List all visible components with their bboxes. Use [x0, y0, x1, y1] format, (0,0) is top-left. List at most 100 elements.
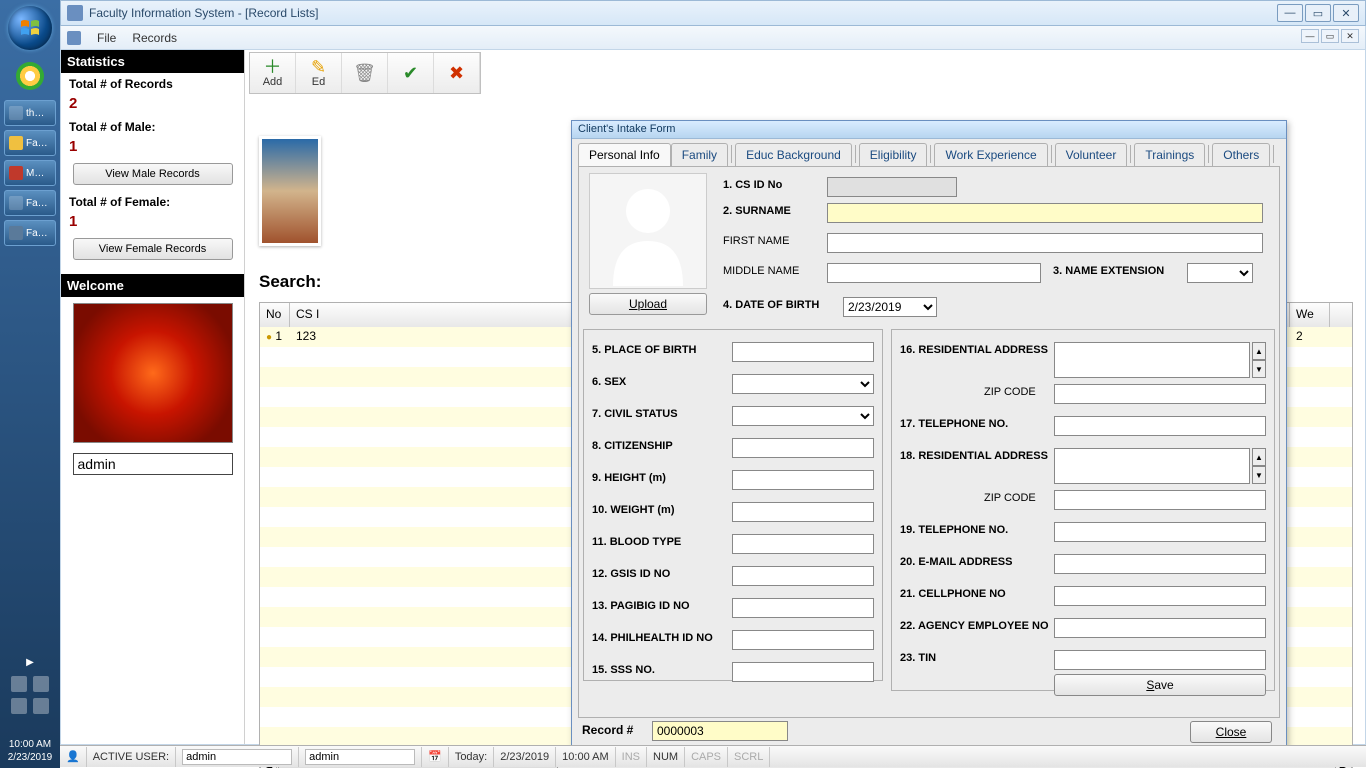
surname-input[interactable]	[827, 203, 1263, 223]
active-user-2[interactable]	[305, 749, 415, 765]
label-sss: 15. SSS NO.	[592, 664, 655, 676]
close-button[interactable]: Close	[1190, 721, 1272, 743]
label-weight: 10. WEIGHT (m)	[592, 504, 675, 516]
agency-input[interactable]	[1054, 618, 1266, 638]
search-label: Search:	[259, 272, 321, 292]
tray-expand-icon[interactable]: ▶	[26, 657, 34, 668]
menu-records[interactable]: Records	[132, 31, 177, 45]
today-date: 2/23/2019	[494, 747, 556, 767]
view-female-button[interactable]: View Female Records	[73, 238, 233, 260]
tab-personal-info[interactable]: Personal Info	[578, 143, 671, 166]
cell-input[interactable]	[1054, 586, 1266, 606]
accept-button[interactable]: ✔	[388, 53, 434, 93]
label-res1: 16. RESIDENTIAL ADDRESS	[900, 344, 1048, 356]
add-button[interactable]: ＋Add	[250, 53, 296, 93]
task-item-3[interactable]: M…	[4, 160, 56, 186]
sex-select[interactable]	[732, 374, 874, 394]
dob-select[interactable]: 2/23/2019	[843, 297, 937, 317]
task-chrome[interactable]	[10, 56, 50, 96]
middlename-input[interactable]	[827, 263, 1041, 283]
label-tin: 23. TIN	[900, 652, 936, 664]
pencil-icon: ✎	[311, 58, 326, 76]
email-input[interactable]	[1054, 554, 1266, 574]
label-firstname: FIRST NAME	[723, 235, 789, 247]
tin-input[interactable]	[1054, 650, 1266, 670]
ins-indicator: INS	[616, 747, 647, 767]
maximize-button[interactable]: ▭	[1305, 4, 1331, 22]
menu-file[interactable]: File	[97, 31, 116, 45]
res2-down-icon[interactable]: ▼	[1252, 466, 1266, 484]
task-label: Fa…	[26, 138, 48, 149]
total-records-value: 2	[69, 95, 236, 112]
volume-icon[interactable]	[33, 676, 49, 692]
menubar: File Records — ▭ ✕	[60, 26, 1366, 50]
label-dob: 4. DATE OF BIRTH	[723, 299, 819, 311]
pob-input[interactable]	[732, 342, 874, 362]
civil-select[interactable]	[732, 406, 874, 426]
pagibig-input[interactable]	[732, 598, 874, 618]
total-male-label: Total # of Male:	[69, 120, 236, 134]
philhealth-input[interactable]	[732, 630, 874, 650]
gsis-input[interactable]	[732, 566, 874, 586]
tab-family[interactable]: Family	[671, 143, 728, 166]
network-icon[interactable]	[33, 698, 49, 714]
col-weight[interactable]: We	[1290, 303, 1330, 327]
active-user-1[interactable]	[182, 749, 292, 765]
plus-icon: ＋	[264, 58, 282, 76]
col-no[interactable]: No	[260, 303, 290, 327]
citizen-input[interactable]	[732, 438, 874, 458]
view-male-button[interactable]: View Male Records	[73, 163, 233, 185]
windows-logo-icon	[18, 16, 42, 40]
height-input[interactable]	[732, 470, 874, 490]
tel2-input[interactable]	[1054, 522, 1266, 542]
task-item-5[interactable]: Fa…	[4, 220, 56, 246]
tab-eligibility[interactable]: Eligibility	[859, 143, 928, 166]
record-input[interactable]	[652, 721, 788, 741]
calendar-icon: 📅	[428, 750, 442, 763]
start-button[interactable]	[8, 6, 52, 50]
tab-trainings[interactable]: Trainings	[1134, 143, 1205, 166]
nameext-select[interactable]	[1187, 263, 1253, 283]
tab-educ[interactable]: Educ Background	[735, 143, 852, 166]
sss-input[interactable]	[732, 662, 874, 682]
label-citizen: 8. CITIZENSHIP	[592, 440, 673, 452]
modal-tabs: Personal Info Family Educ Background Eli…	[572, 139, 1286, 166]
tel1-input[interactable]	[1054, 416, 1266, 436]
minimize-button[interactable]: —	[1277, 4, 1303, 22]
tab-work[interactable]: Work Experience	[934, 143, 1047, 166]
res1-up-icon[interactable]: ▲	[1252, 342, 1266, 360]
app-window: Faculty Information System - [Record Lis…	[60, 0, 1366, 745]
edit-button[interactable]: ✎Ed	[296, 53, 342, 93]
weight-input[interactable]	[732, 502, 874, 522]
task-item-1[interactable]: th…	[4, 100, 56, 126]
res1-down-icon[interactable]: ▼	[1252, 360, 1266, 378]
mdi-close[interactable]: ✕	[1341, 29, 1359, 43]
mdi-restore[interactable]: ▭	[1321, 29, 1339, 43]
welcome-header: Welcome	[61, 274, 244, 297]
zip2-input[interactable]	[1054, 490, 1266, 510]
upload-button[interactable]: Upload	[589, 293, 707, 315]
res2-up-icon[interactable]: ▲	[1252, 448, 1266, 466]
tab-volunteer[interactable]: Volunteer	[1055, 143, 1128, 166]
res1-textarea[interactable]	[1054, 342, 1250, 378]
save-button[interactable]: Save	[1054, 674, 1266, 696]
mdi-minimize[interactable]: —	[1301, 29, 1319, 43]
zip1-input[interactable]	[1054, 384, 1266, 404]
taskbar-clock[interactable]: 10:00 AM 2/23/2019	[0, 738, 60, 764]
blood-input[interactable]	[732, 534, 874, 554]
firstname-input[interactable]	[827, 233, 1263, 253]
photo-placeholder	[589, 173, 707, 289]
task-item-4[interactable]: Fa…	[4, 190, 56, 216]
cancel-button[interactable]: ✖	[434, 53, 480, 93]
csid-input[interactable]	[827, 177, 957, 197]
tray-icon[interactable]	[11, 676, 27, 692]
close-button[interactable]: ✕	[1333, 4, 1359, 22]
total-records-label: Total # of Records	[69, 77, 236, 91]
label-sex: 6. SEX	[592, 376, 626, 388]
trash-icon: 🗑	[353, 64, 376, 82]
task-item-2[interactable]: Fa…	[4, 130, 56, 156]
delete-button[interactable]: 🗑	[342, 53, 388, 93]
tab-others[interactable]: Others	[1212, 143, 1270, 166]
res2-textarea[interactable]	[1054, 448, 1250, 484]
action-center-icon[interactable]	[11, 698, 27, 714]
